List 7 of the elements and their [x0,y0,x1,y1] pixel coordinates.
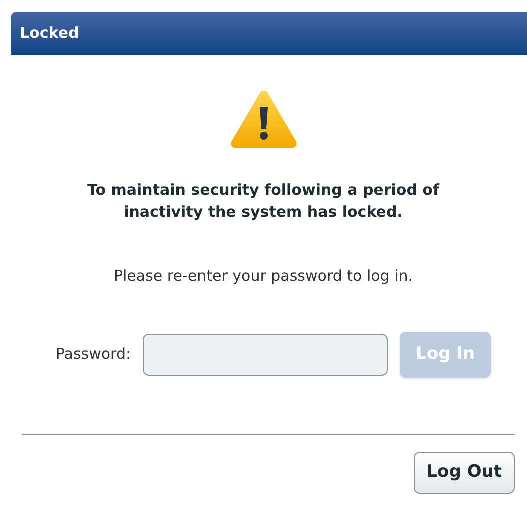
warning-icon [230,89,298,149]
password-label: Password: [56,344,132,366]
logout-button[interactable]: Log Out [414,452,515,494]
password-field[interactable] [143,334,388,376]
instruction-text: Please re-enter your password to log in. [114,266,414,287]
window-title: Locked [20,23,80,44]
lock-message: To maintain security following a period of inactivity the system has locked. [86,180,441,223]
